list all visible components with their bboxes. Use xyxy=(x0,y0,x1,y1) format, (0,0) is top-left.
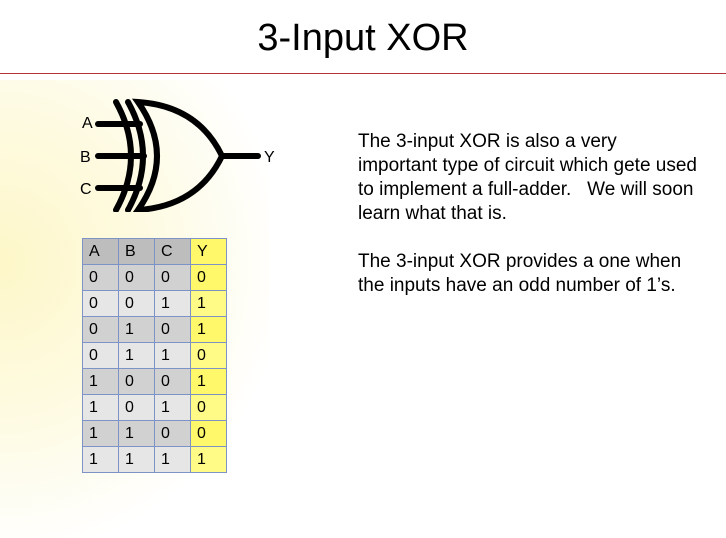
description: The 3-input XOR is also a very important… xyxy=(358,130,698,322)
table-row: 0101 xyxy=(82,316,227,343)
table-cell: 0 xyxy=(154,368,191,395)
table-cell: 1 xyxy=(154,446,191,473)
table-cell: 1 xyxy=(118,316,155,343)
truth-table: A B C Y 00000011010101101001101011001111 xyxy=(82,238,227,473)
input-label-b: B xyxy=(80,149,91,166)
table-cell: 0 xyxy=(154,264,191,291)
description-paragraph-2: The 3-input XOR provides a one when the … xyxy=(358,251,687,296)
table-cell: 0 xyxy=(82,342,119,369)
table-cell: 1 xyxy=(190,316,227,343)
header-c: C xyxy=(154,238,191,265)
table-cell: 1 xyxy=(82,394,119,421)
xor-gate-diagram: A B C Y xyxy=(80,98,275,212)
table-cell: 0 xyxy=(118,264,155,291)
table-cell: 1 xyxy=(118,342,155,369)
table-cell: 1 xyxy=(118,446,155,473)
truth-table-header-row: A B C Y xyxy=(82,238,227,265)
table-cell: 0 xyxy=(82,290,119,317)
table-row: 1001 xyxy=(82,368,227,395)
slide-title: 3-Input XOR xyxy=(257,17,469,59)
table-cell: 0 xyxy=(190,394,227,421)
header-a: A xyxy=(82,238,119,265)
table-row: 0110 xyxy=(82,342,227,369)
table-cell: 0 xyxy=(190,342,227,369)
table-cell: 1 xyxy=(190,368,227,395)
title-bar: 3-Input XOR xyxy=(0,0,726,74)
title-divider xyxy=(0,73,726,74)
table-row: 1100 xyxy=(82,420,227,447)
description-paragraph-1: The 3-input XOR is also a very important… xyxy=(358,131,703,224)
table-cell: 1 xyxy=(154,290,191,317)
output-label-y: Y xyxy=(264,149,275,166)
table-cell: 1 xyxy=(118,420,155,447)
table-row: 1111 xyxy=(82,446,227,473)
table-cell: 0 xyxy=(82,316,119,343)
table-cell: 1 xyxy=(154,394,191,421)
table-cell: 0 xyxy=(82,264,119,291)
table-row: 1010 xyxy=(82,394,227,421)
table-cell: 1 xyxy=(154,342,191,369)
table-cell: 1 xyxy=(82,368,119,395)
input-label-c: C xyxy=(80,181,92,198)
table-row: 0011 xyxy=(82,290,227,317)
table-cell: 0 xyxy=(154,316,191,343)
table-cell: 0 xyxy=(118,394,155,421)
table-row: 0000 xyxy=(82,264,227,291)
table-cell: 1 xyxy=(82,446,119,473)
table-cell: 1 xyxy=(82,420,119,447)
table-cell: 0 xyxy=(118,290,155,317)
header-b: B xyxy=(118,238,155,265)
header-y: Y xyxy=(190,238,227,265)
table-cell: 1 xyxy=(190,446,227,473)
gate-body xyxy=(131,98,226,212)
input-label-a: A xyxy=(82,115,93,132)
table-cell: 0 xyxy=(118,368,155,395)
table-cell: 1 xyxy=(190,290,227,317)
table-cell: 0 xyxy=(190,420,227,447)
table-cell: 0 xyxy=(154,420,191,447)
table-cell: 0 xyxy=(190,264,227,291)
